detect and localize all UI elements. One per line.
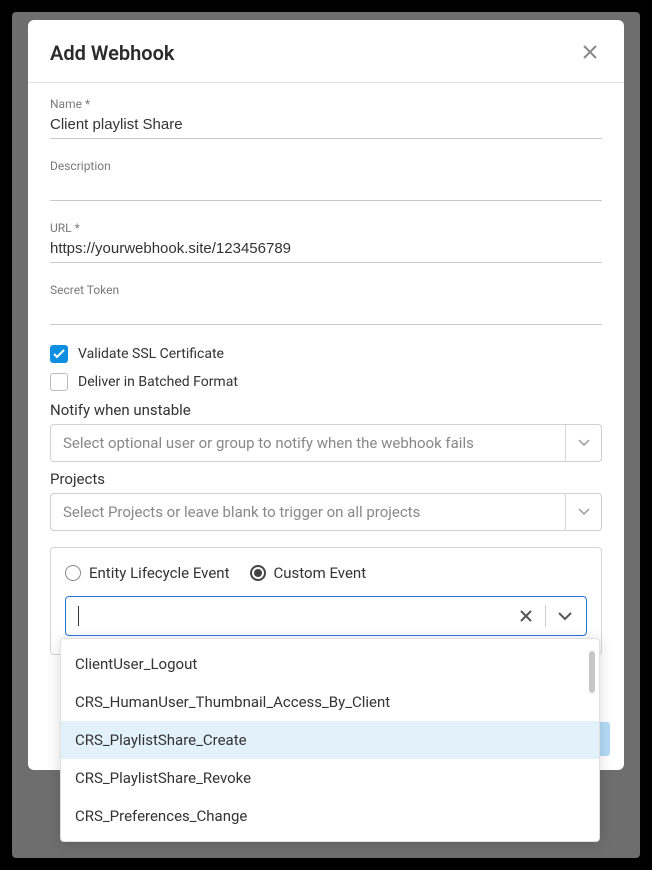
lifecycle-radio-label: Entity Lifecycle Event [89, 564, 230, 582]
dropdown-item[interactable]: CRS_Preferences_Change [61, 797, 599, 835]
dropdown-item[interactable]: CRS_PlaylistShare_Create [61, 721, 599, 759]
event-search-input[interactable] [79, 608, 515, 625]
lifecycle-radio-option[interactable]: Entity Lifecycle Event [65, 564, 230, 582]
chevron-down-icon [565, 494, 601, 530]
custom-radio-label: Custom Event [274, 564, 367, 582]
dropdown-item[interactable]: ClientUser_Logout [61, 645, 599, 683]
projects-select[interactable]: Select Projects or leave blank to trigge… [50, 493, 602, 531]
secret-label: Secret Token [50, 283, 602, 297]
description-input[interactable] [50, 177, 602, 201]
event-combobox[interactable] [65, 596, 587, 636]
separator [545, 605, 546, 627]
url-label: URL * [50, 221, 602, 235]
name-label: Name * [50, 97, 602, 111]
secret-field-group: Secret Token [50, 283, 602, 325]
batched-checkbox[interactable] [50, 373, 68, 391]
ssl-checkbox-row: Validate SSL Certificate [50, 345, 602, 363]
combo-controls [515, 605, 576, 627]
event-type-radio-group: Entity Lifecycle Event Custom Event [65, 564, 587, 582]
chevron-down-icon[interactable] [554, 608, 576, 625]
custom-radio-option[interactable]: Custom Event [250, 564, 367, 582]
name-field-group: Name * [50, 97, 602, 139]
clear-icon[interactable] [515, 605, 537, 627]
description-field-group: Description [50, 159, 602, 201]
chevron-down-icon [565, 425, 601, 461]
secret-input[interactable] [50, 301, 602, 325]
notify-label: Notify when unstable [50, 401, 602, 419]
lifecycle-radio [65, 565, 81, 581]
name-input[interactable] [50, 113, 602, 139]
ssl-checkbox-label: Validate SSL Certificate [78, 346, 224, 362]
batched-checkbox-label: Deliver in Batched Format [78, 374, 238, 390]
dropdown-list: ClientUser_Logout CRS_HumanUser_Thumbnai… [61, 645, 599, 835]
scrollbar-thumb[interactable] [589, 651, 595, 693]
projects-placeholder: Select Projects or leave blank to trigge… [63, 503, 420, 521]
projects-label: Projects [50, 470, 602, 488]
batched-checkbox-row: Deliver in Batched Format [50, 373, 602, 391]
dropdown-item[interactable]: CRS_PlaylistShare_Revoke [61, 759, 599, 797]
modal-title: Add Webhook [50, 41, 174, 65]
ssl-checkbox[interactable] [50, 345, 68, 363]
description-label: Description [50, 159, 602, 173]
event-dropdown: ClientUser_Logout CRS_HumanUser_Thumbnai… [60, 638, 600, 842]
custom-radio [250, 565, 266, 581]
close-button[interactable] [578, 40, 602, 66]
url-input[interactable] [50, 237, 602, 263]
notify-select[interactable]: Select optional user or group to notify … [50, 424, 602, 462]
dropdown-item[interactable]: CRS_HumanUser_Thumbnail_Access_By_Client [61, 683, 599, 721]
modal-header: Add Webhook [28, 20, 624, 83]
url-field-group: URL * [50, 221, 602, 263]
notify-placeholder: Select optional user or group to notify … [63, 434, 474, 452]
close-icon [582, 40, 598, 65]
